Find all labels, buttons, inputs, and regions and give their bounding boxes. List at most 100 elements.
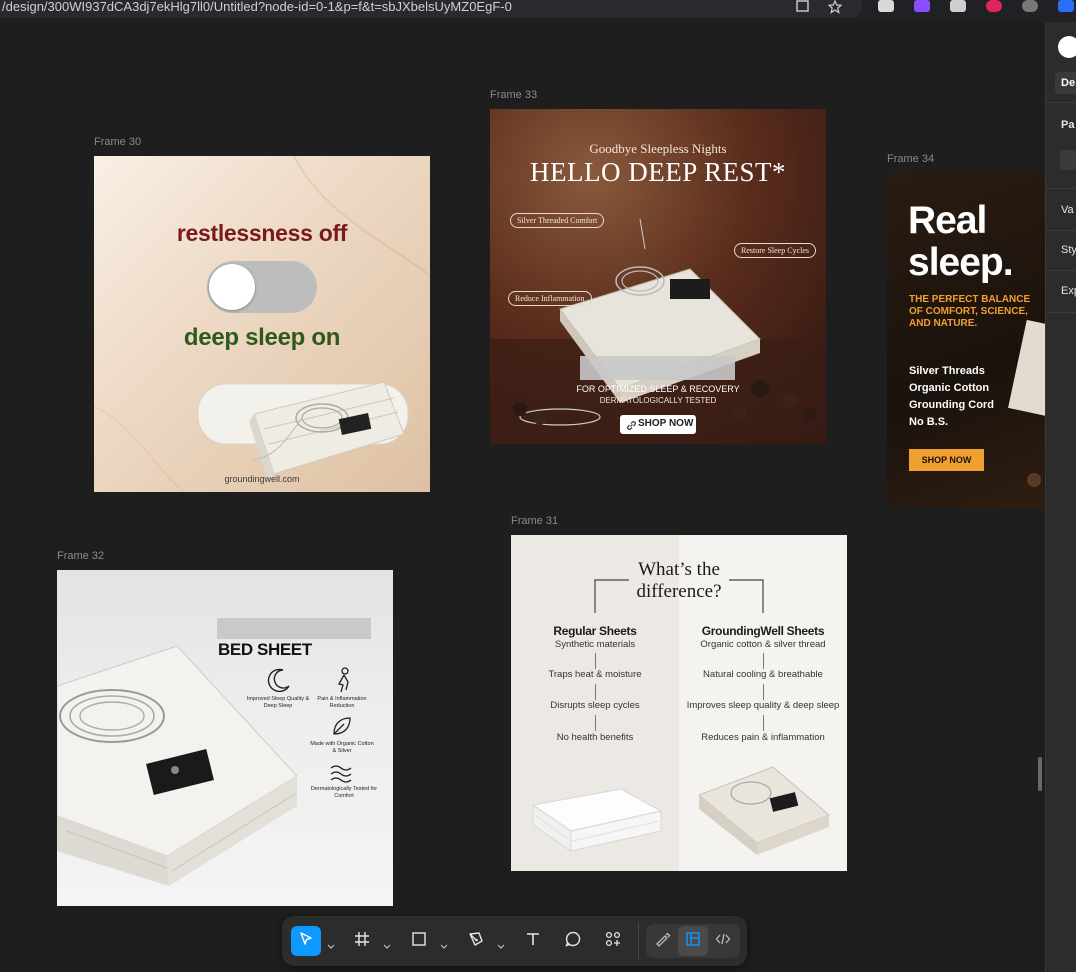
bottom-toolbar: [282, 916, 747, 966]
feature-item: Organic Cotton: [909, 382, 990, 394]
extension-icon[interactable]: [1058, 0, 1074, 12]
section-variables[interactable]: Va: [1061, 204, 1074, 216]
benefit-text: Improved Sleep Quality & Deep Sleep: [246, 696, 310, 709]
sheet-product-image: [1008, 319, 1045, 417]
section-page[interactable]: Pa: [1061, 119, 1074, 131]
redacted-block: [580, 356, 735, 380]
left-subheading: Synthetic materials: [554, 639, 636, 650]
code-brackets-icon: [714, 930, 732, 953]
left-row: Traps heat & moisture: [548, 669, 642, 680]
right-row: Improves sleep quality & deep sleep: [686, 700, 840, 711]
headline-on: deep sleep on: [183, 324, 341, 351]
frame-hash-icon: [353, 930, 371, 953]
subline-2: DERMATOLOGICALLY TESTED: [599, 396, 717, 405]
right-row: Natural cooling & breathable: [703, 669, 823, 680]
properties-panel: De Pa Va Sty Exp: [1038, 22, 1076, 972]
chevron-down-icon[interactable]: [383, 938, 391, 949]
headline: HELLO DEEP REST*: [530, 157, 786, 187]
scrollbar[interactable]: [1038, 757, 1042, 791]
left-row: Disrupts sleep cycles: [550, 700, 640, 711]
title-line-1: What’s the: [638, 559, 720, 580]
feature-item: No B.S.: [909, 416, 949, 428]
pen-nib-icon: [467, 930, 485, 953]
chevron-down-icon[interactable]: [440, 938, 448, 949]
extension-icon[interactable]: [1022, 0, 1038, 12]
divider-line: [763, 715, 764, 731]
redacted-block: [217, 618, 371, 639]
divider-line: [763, 653, 764, 669]
tab-design[interactable]: De: [1055, 72, 1076, 94]
divider: [1046, 102, 1076, 103]
section-export[interactable]: Exp: [1061, 285, 1076, 297]
frame-33[interactable]: Goodbye Sleepless Nights HELLO DEEP REST…: [490, 109, 826, 444]
browser-top-bar: /design/300WI937dCA3dj7ekHlg7ll0/Untitle…: [0, 0, 1076, 22]
divider-line: [595, 653, 596, 669]
website-text: groundingwell.com: [224, 474, 300, 484]
extension-icon[interactable]: [914, 0, 930, 12]
shop-now-button[interactable]: SHOP NOW: [620, 415, 696, 434]
divider-line: [763, 684, 764, 700]
frame-label[interactable]: Frame 32: [57, 550, 104, 562]
assets-tool-button[interactable]: [598, 926, 628, 956]
frame-label[interactable]: Frame 34: [887, 153, 934, 165]
divider: [1046, 230, 1076, 231]
address-bar[interactable]: /design/300WI937dCA3dj7ekHlg7ll0/Untitle…: [0, 0, 862, 18]
toolbar-divider: [638, 922, 639, 960]
kicker-text: Goodbye Sleepless Nights: [589, 141, 727, 156]
text-tool-button[interactable]: [518, 926, 548, 956]
design-mode-button[interactable]: [678, 926, 708, 956]
left-heading: Regular Sheets: [553, 624, 637, 638]
toggle-knob: [209, 264, 255, 310]
extension-icon[interactable]: [986, 0, 1002, 12]
benefit-text: Made with Organic Cotton & Silver: [310, 741, 374, 754]
shape-tool-button[interactable]: [404, 926, 434, 956]
divider-line: [595, 715, 596, 731]
toggle-switch: [207, 261, 317, 313]
callout-badge: Restore Sleep Cycles: [734, 243, 816, 258]
title-line-2: difference?: [636, 581, 722, 602]
url-text: /design/300WI937dCA3dj7ekHlg7ll0/Untitle…: [2, 0, 512, 14]
frame-34[interactable]: Real sleep. THE PERFECT BALANCE OF COMFO…: [887, 173, 1045, 508]
sheet-comparison-images: [531, 766, 830, 855]
frame-31[interactable]: What’s the difference? Regular Sheets Sy…: [511, 535, 847, 871]
frame-label[interactable]: Frame 31: [511, 515, 558, 527]
components-plus-icon: [604, 930, 622, 953]
benefit-text: Dermatologically Tested for Comfort: [310, 786, 378, 799]
frame-label[interactable]: Frame 33: [490, 89, 537, 101]
shop-now-button[interactable]: SHOP NOW: [909, 449, 984, 471]
frame-label[interactable]: Frame 30: [94, 136, 141, 148]
avatar[interactable]: [1058, 36, 1076, 58]
frame-30[interactable]: restlessness off deep sleep on grounding…: [94, 156, 430, 492]
tab-design-label: De: [1061, 77, 1076, 89]
design-layout-icon: [684, 930, 702, 953]
frame-32[interactable]: BED SHEET Improved Sleep Quality & Deep …: [57, 570, 393, 906]
callout-badge: Reduce Inflammation: [508, 291, 592, 306]
tagline: THE PERFECT BALANCE OF COMFORT, SCIENCE,…: [909, 294, 1031, 329]
rectangle-icon: [410, 930, 428, 953]
left-row: No health benefits: [556, 732, 634, 743]
color-swatch[interactable]: [1060, 150, 1076, 170]
right-subheading: Organic cotton & silver thread: [700, 639, 826, 650]
headline-off: restlessness off: [176, 220, 348, 246]
section-styles[interactable]: Sty: [1061, 244, 1076, 256]
divider-line: [595, 684, 596, 700]
subline-1: FOR OPTIMIZED SLEEP & RECOVERY: [576, 384, 740, 394]
move-tool-button[interactable]: [291, 926, 321, 956]
extension-icon[interactable]: [878, 0, 894, 12]
leaf-icon: [329, 713, 355, 744]
shop-now-label: SHOP NOW: [921, 455, 972, 465]
chevron-down-icon[interactable]: [327, 938, 335, 949]
right-heading: GroundingWell Sheets: [701, 624, 825, 638]
page-icon[interactable]: [796, 0, 810, 16]
dev-mode-button[interactable]: [708, 926, 738, 956]
callout-badge: Silver Threaded Comfort: [510, 213, 605, 228]
chevron-down-icon[interactable]: [497, 938, 505, 949]
draw-pencil-icon: [654, 930, 672, 953]
frame-tool-button[interactable]: [347, 926, 377, 956]
headline-line-2: sleep.: [908, 241, 1014, 284]
pen-tool-button[interactable]: [461, 926, 491, 956]
comment-tool-button[interactable]: [558, 926, 588, 956]
draw-mode-button[interactable]: [648, 926, 678, 956]
extension-icon[interactable]: [950, 0, 966, 12]
star-icon[interactable]: [827, 0, 843, 16]
